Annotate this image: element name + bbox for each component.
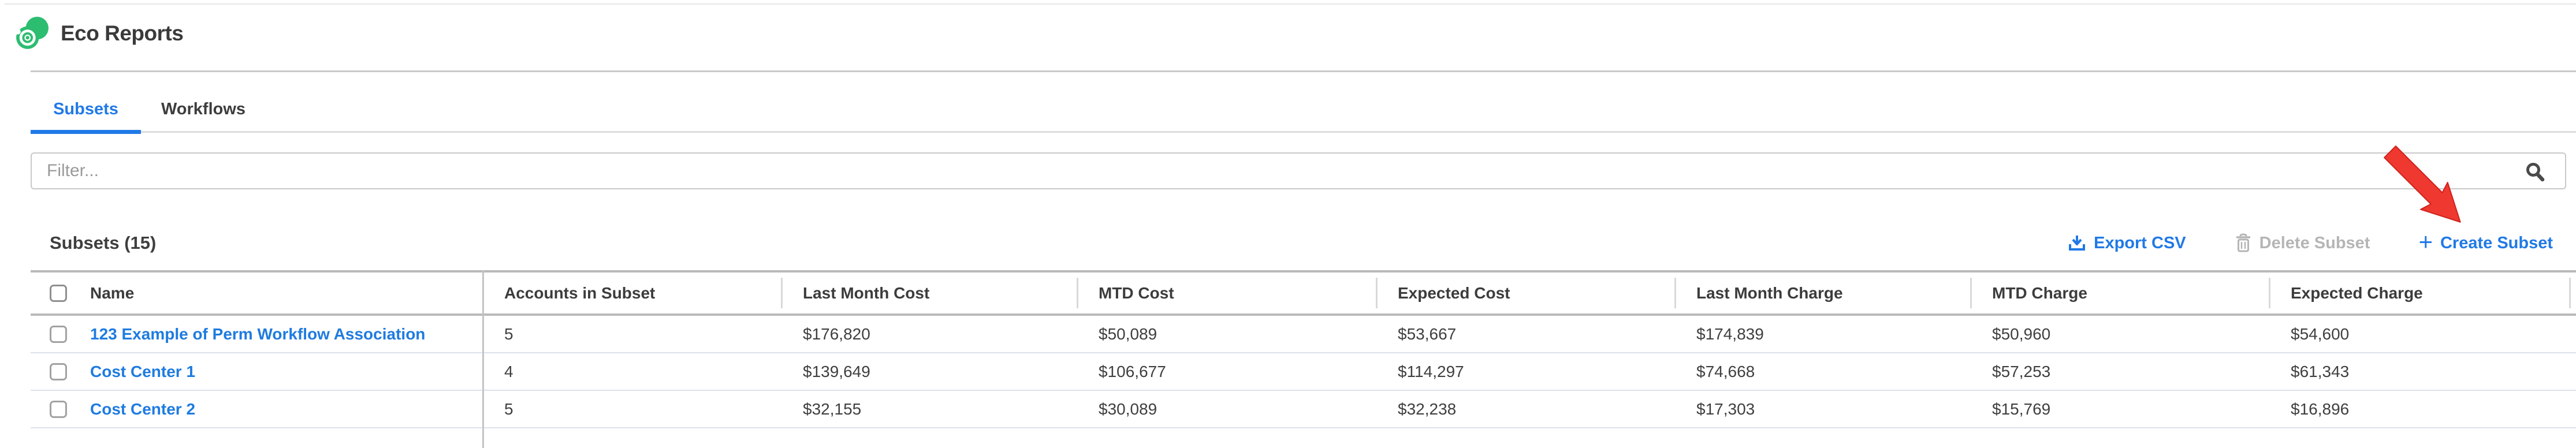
cell-mtd-cost: $106,677 (1077, 353, 1376, 390)
filter-input[interactable]: Filter... (31, 152, 2566, 189)
delete-subset-label: Delete Subset (2259, 234, 2370, 253)
select-all-checkbox[interactable] (50, 285, 67, 302)
cell-expected-cost: $53,667 (1376, 316, 1674, 352)
column-header-last-month-charge[interactable]: Last Month Charge (1674, 272, 1970, 313)
header-divider (31, 70, 2576, 72)
trash-icon (2235, 233, 2252, 253)
subsets-table: Name Accounts in Subset Last Month Cost … (31, 270, 2576, 448)
app-header: Eco Reports (16, 15, 183, 52)
table-toolbar: Subsets (15) Export CSV Delete Subset + … (50, 230, 2553, 256)
filter-placeholder: Filter... (32, 161, 2565, 181)
create-subset-label: Create Subset (2440, 234, 2553, 253)
top-hairline (5, 3, 2576, 5)
download-icon (2068, 234, 2086, 252)
create-subset-button[interactable]: + Create Subset (2418, 234, 2553, 253)
header-name-cell: Name (31, 272, 482, 313)
cell-expected-charge: $16,896 (2269, 391, 2576, 427)
eco-reports-logo-icon (16, 17, 49, 50)
export-csv-label: Export CSV (2094, 234, 2186, 253)
table-row: Cost Center 2 5 $32,155 $30,089 $32,238 … (31, 391, 2576, 428)
cell-accounts: 5 (482, 316, 781, 352)
cell-mtd-charge: $50,960 (1970, 316, 2269, 352)
cell-mtd-cost: $30,089 (1077, 391, 1376, 427)
tab-subsets[interactable]: Subsets (31, 87, 141, 132)
cell-last-month-charge: $17,303 (1674, 391, 1970, 427)
column-header-mtd-cost[interactable]: MTD Cost (1077, 272, 1376, 313)
column-header-mtd-charge[interactable]: MTD Charge (1970, 272, 2269, 313)
tab-workflows[interactable]: Workflows (141, 87, 266, 132)
section-title: Subsets (15) (50, 233, 156, 253)
export-csv-button[interactable]: Export CSV (2068, 234, 2186, 253)
table-header-row: Name Accounts in Subset Last Month Cost … (31, 272, 2576, 313)
cell-accounts: 4 (482, 353, 781, 390)
cell-mtd-cost: $50,089 (1077, 316, 1376, 352)
cell-last-month-cost: $176,820 (781, 316, 1077, 352)
search-icon[interactable] (2525, 162, 2545, 182)
tab-bottom-line (31, 131, 2576, 133)
row-name-cell: Cost Center 1 (31, 353, 482, 390)
table-row: 123 Example of Perm Workflow Association… (31, 316, 2576, 353)
column-header-last-month-cost[interactable]: Last Month Cost (781, 272, 1077, 313)
column-header-name[interactable]: Name (90, 272, 134, 313)
name-column-divider (482, 270, 484, 448)
cell-expected-charge: $54,600 (2269, 316, 2576, 352)
cell-last-month-cost: $32,155 (781, 391, 1077, 427)
cell-expected-charge: $61,343 (2269, 353, 2576, 390)
delete-subset-button[interactable]: Delete Subset (2235, 233, 2370, 253)
cell-expected-cost: $32,238 (1376, 391, 1674, 427)
cell-accounts: 5 (482, 391, 781, 427)
subset-name-link[interactable]: 123 Example of Perm Workflow Association (90, 325, 425, 344)
cell-last-month-cost: $139,649 (781, 353, 1077, 390)
plus-icon: + (2418, 233, 2433, 251)
subset-name-link[interactable]: Cost Center 1 (90, 363, 195, 381)
cell-last-month-charge: $174,839 (1674, 316, 1970, 352)
tab-bar: Subsets Workflows (31, 87, 266, 132)
toolbar-actions: Export CSV Delete Subset + Create Subset (2068, 233, 2553, 253)
table-row: Cost Center 1 4 $139,649 $106,677 $114,2… (31, 353, 2576, 391)
cell-last-month-charge: $74,668 (1674, 353, 1970, 390)
cell-mtd-charge: $57,253 (1970, 353, 2269, 390)
row-checkbox[interactable] (50, 363, 67, 380)
page-title: Eco Reports (61, 21, 183, 46)
cell-mtd-charge: $15,769 (1970, 391, 2269, 427)
column-header-expected-charge[interactable]: Expected Charge (2269, 272, 2576, 313)
row-checkbox[interactable] (50, 326, 67, 343)
row-name-cell: 123 Example of Perm Workflow Association (31, 316, 482, 352)
cell-expected-cost: $114,297 (1376, 353, 1674, 390)
column-header-expected-cost[interactable]: Expected Cost (1376, 272, 1674, 313)
row-checkbox[interactable] (50, 401, 67, 418)
column-header-accounts[interactable]: Accounts in Subset (482, 272, 781, 313)
active-tab-indicator (31, 130, 141, 134)
row-name-cell: Cost Center 2 (31, 391, 482, 427)
subset-name-link[interactable]: Cost Center 2 (90, 400, 195, 419)
